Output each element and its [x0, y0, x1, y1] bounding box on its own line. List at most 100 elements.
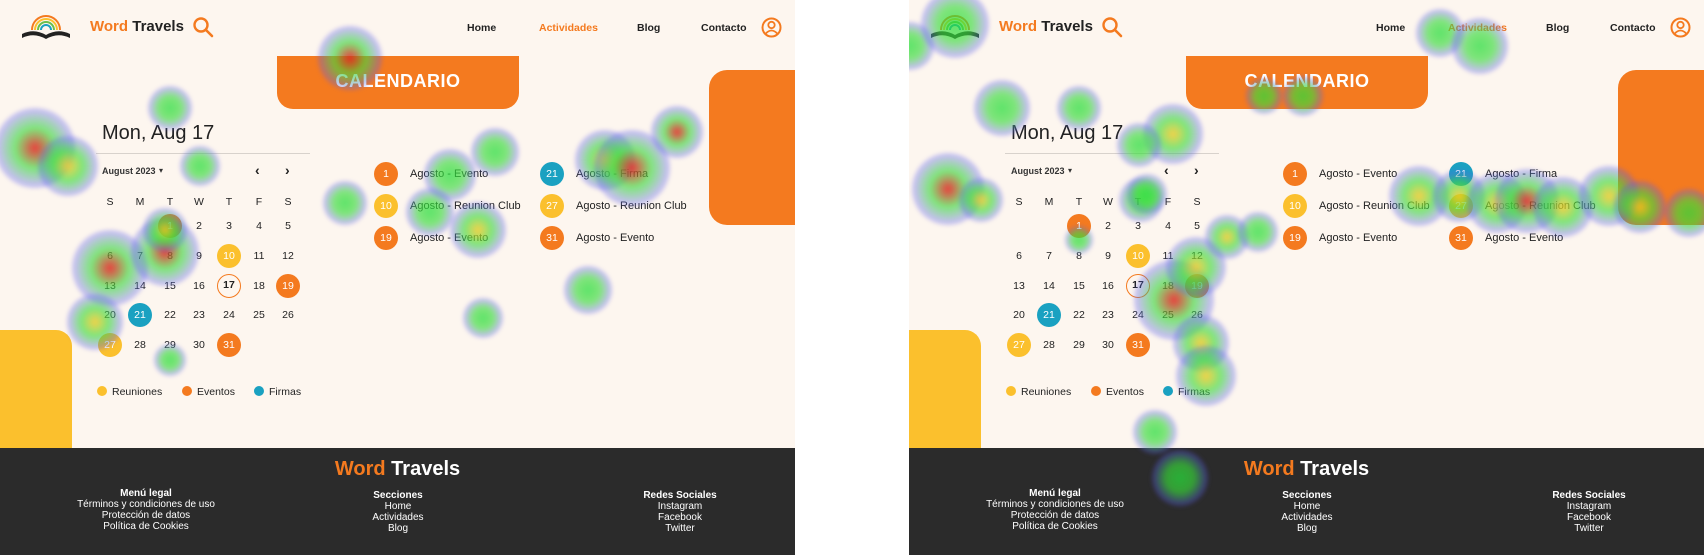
- calendar-day-14[interactable]: 14: [1037, 274, 1061, 298]
- footer-link[interactable]: Política de Cookies: [975, 521, 1135, 532]
- event-day-badge[interactable]: 19: [1283, 226, 1307, 250]
- calendar-day-25[interactable]: 25: [247, 303, 271, 327]
- nav-blog[interactable]: Blog: [637, 22, 660, 34]
- calendar-day-7[interactable]: 7: [1037, 244, 1061, 268]
- calendar-day-1[interactable]: 1: [1067, 214, 1091, 238]
- calendar-day-6[interactable]: 6: [1007, 244, 1031, 268]
- footer-link[interactable]: Actividades: [1227, 512, 1387, 523]
- calendar-day-8[interactable]: 8: [1067, 244, 1091, 268]
- event-label[interactable]: Agosto - Evento: [1319, 232, 1397, 244]
- footer-link[interactable]: Política de Cookies: [66, 521, 226, 532]
- calendar-day-19[interactable]: 19: [276, 274, 300, 298]
- prev-month-button[interactable]: ‹: [1164, 162, 1169, 178]
- calendar-day-10[interactable]: 10: [1126, 244, 1150, 268]
- footer-link[interactable]: Blog: [1227, 523, 1387, 534]
- calendar-day-3[interactable]: 3: [217, 214, 241, 238]
- nav-contacto[interactable]: Contacto: [1610, 22, 1656, 34]
- next-month-button[interactable]: ›: [285, 162, 290, 178]
- event-label[interactable]: Agosto - Firma: [576, 168, 648, 180]
- footer-link[interactable]: Twitter: [1509, 523, 1669, 534]
- calendar-day-24[interactable]: 24: [1126, 303, 1150, 327]
- calendar-day-16[interactable]: 16: [187, 274, 211, 298]
- calendar-day-15[interactable]: 15: [158, 274, 182, 298]
- calendar-day-21[interactable]: 21: [1037, 303, 1061, 327]
- calendar-day-9[interactable]: 9: [1096, 244, 1120, 268]
- footer-link[interactable]: Términos y condiciones de uso: [66, 499, 226, 510]
- calendar-day-12[interactable]: 12: [276, 244, 300, 268]
- site-logo[interactable]: [927, 12, 983, 42]
- user-icon[interactable]: [761, 17, 782, 38]
- brand-name[interactable]: Word Travels: [999, 18, 1093, 35]
- caret-down-icon[interactable]: ▾: [1068, 166, 1072, 175]
- calendar-day-5[interactable]: 5: [1185, 214, 1209, 238]
- event-label[interactable]: Agosto - Evento: [1485, 232, 1563, 244]
- calendar-day-11[interactable]: 11: [1156, 244, 1180, 268]
- calendar-day-23[interactable]: 23: [187, 303, 211, 327]
- nav-blog[interactable]: Blog: [1546, 22, 1569, 34]
- footer-link[interactable]: Instagram: [1509, 501, 1669, 512]
- calendar-day-22[interactable]: 22: [158, 303, 182, 327]
- event-day-badge[interactable]: 1: [374, 162, 398, 186]
- calendar-day-20[interactable]: 20: [98, 303, 122, 327]
- month-selector[interactable]: August 2023: [102, 166, 156, 176]
- event-day-badge[interactable]: 10: [1283, 194, 1307, 218]
- prev-month-button[interactable]: ‹: [255, 162, 260, 178]
- footer-link[interactable]: Actividades: [318, 512, 478, 523]
- calendar-day-1[interactable]: 1: [158, 214, 182, 238]
- calendar-day-29[interactable]: 29: [1067, 333, 1091, 357]
- event-label[interactable]: Agosto - Reunion Club: [1319, 200, 1430, 212]
- footer-link[interactable]: Home: [1227, 501, 1387, 512]
- event-day-badge[interactable]: 21: [540, 162, 564, 186]
- event-day-badge[interactable]: 31: [540, 226, 564, 250]
- event-label[interactable]: Agosto - Evento: [576, 232, 654, 244]
- event-day-badge[interactable]: 19: [374, 226, 398, 250]
- event-day-badge[interactable]: 1: [1283, 162, 1307, 186]
- footer-link[interactable]: Instagram: [600, 501, 760, 512]
- search-icon[interactable]: [192, 16, 214, 38]
- event-day-badge[interactable]: 21: [1449, 162, 1473, 186]
- calendar-day-12[interactable]: 12: [1185, 244, 1209, 268]
- event-label[interactable]: Agosto - Evento: [410, 232, 488, 244]
- calendar-day-15[interactable]: 15: [1067, 274, 1091, 298]
- site-logo[interactable]: [18, 12, 74, 42]
- calendar-day-17[interactable]: 17: [217, 274, 241, 298]
- month-selector[interactable]: August 2023: [1011, 166, 1065, 176]
- user-icon[interactable]: [1670, 17, 1691, 38]
- calendar-day-13[interactable]: 13: [98, 274, 122, 298]
- event-label[interactable]: Agosto - Evento: [410, 168, 488, 180]
- calendar-day-9[interactable]: 9: [187, 244, 211, 268]
- event-day-badge[interactable]: 10: [374, 194, 398, 218]
- footer-link[interactable]: Blog: [318, 523, 478, 534]
- event-label[interactable]: Agosto - Firma: [1485, 168, 1557, 180]
- calendar-day-23[interactable]: 23: [1096, 303, 1120, 327]
- calendar-day-16[interactable]: 16: [1096, 274, 1120, 298]
- event-day-badge[interactable]: 27: [1449, 194, 1473, 218]
- footer-link[interactable]: Facebook: [600, 512, 760, 523]
- calendar-day-26[interactable]: 26: [276, 303, 300, 327]
- nav-actividades[interactable]: Actividades: [539, 22, 598, 34]
- nav-home[interactable]: Home: [1376, 22, 1405, 34]
- footer-link[interactable]: Protección de datos: [975, 510, 1135, 521]
- calendar-day-7[interactable]: 7: [128, 244, 152, 268]
- footer-link[interactable]: Protección de datos: [66, 510, 226, 521]
- calendar-day-27[interactable]: 27: [98, 333, 122, 357]
- nav-contacto[interactable]: Contacto: [701, 22, 747, 34]
- event-label[interactable]: Agosto - Reunion Club: [576, 200, 687, 212]
- event-label[interactable]: Agosto - Reunion Club: [1485, 200, 1596, 212]
- calendar-day-17[interactable]: 17: [1126, 274, 1150, 298]
- caret-down-icon[interactable]: ▾: [159, 166, 163, 175]
- calendar-day-5[interactable]: 5: [276, 214, 300, 238]
- nav-actividades[interactable]: Actividades: [1448, 22, 1507, 34]
- calendar-day-10[interactable]: 10: [217, 244, 241, 268]
- calendar-day-26[interactable]: 26: [1185, 303, 1209, 327]
- calendar-day-24[interactable]: 24: [217, 303, 241, 327]
- event-day-badge[interactable]: 27: [540, 194, 564, 218]
- search-icon[interactable]: [1101, 16, 1123, 38]
- calendar-day-14[interactable]: 14: [128, 274, 152, 298]
- footer-link[interactable]: Twitter: [600, 523, 760, 534]
- footer-link[interactable]: Facebook: [1509, 512, 1669, 523]
- brand-name[interactable]: Word Travels: [90, 18, 184, 35]
- calendar-day-11[interactable]: 11: [247, 244, 271, 268]
- calendar-day-21[interactable]: 21: [128, 303, 152, 327]
- calendar-day-4[interactable]: 4: [247, 214, 271, 238]
